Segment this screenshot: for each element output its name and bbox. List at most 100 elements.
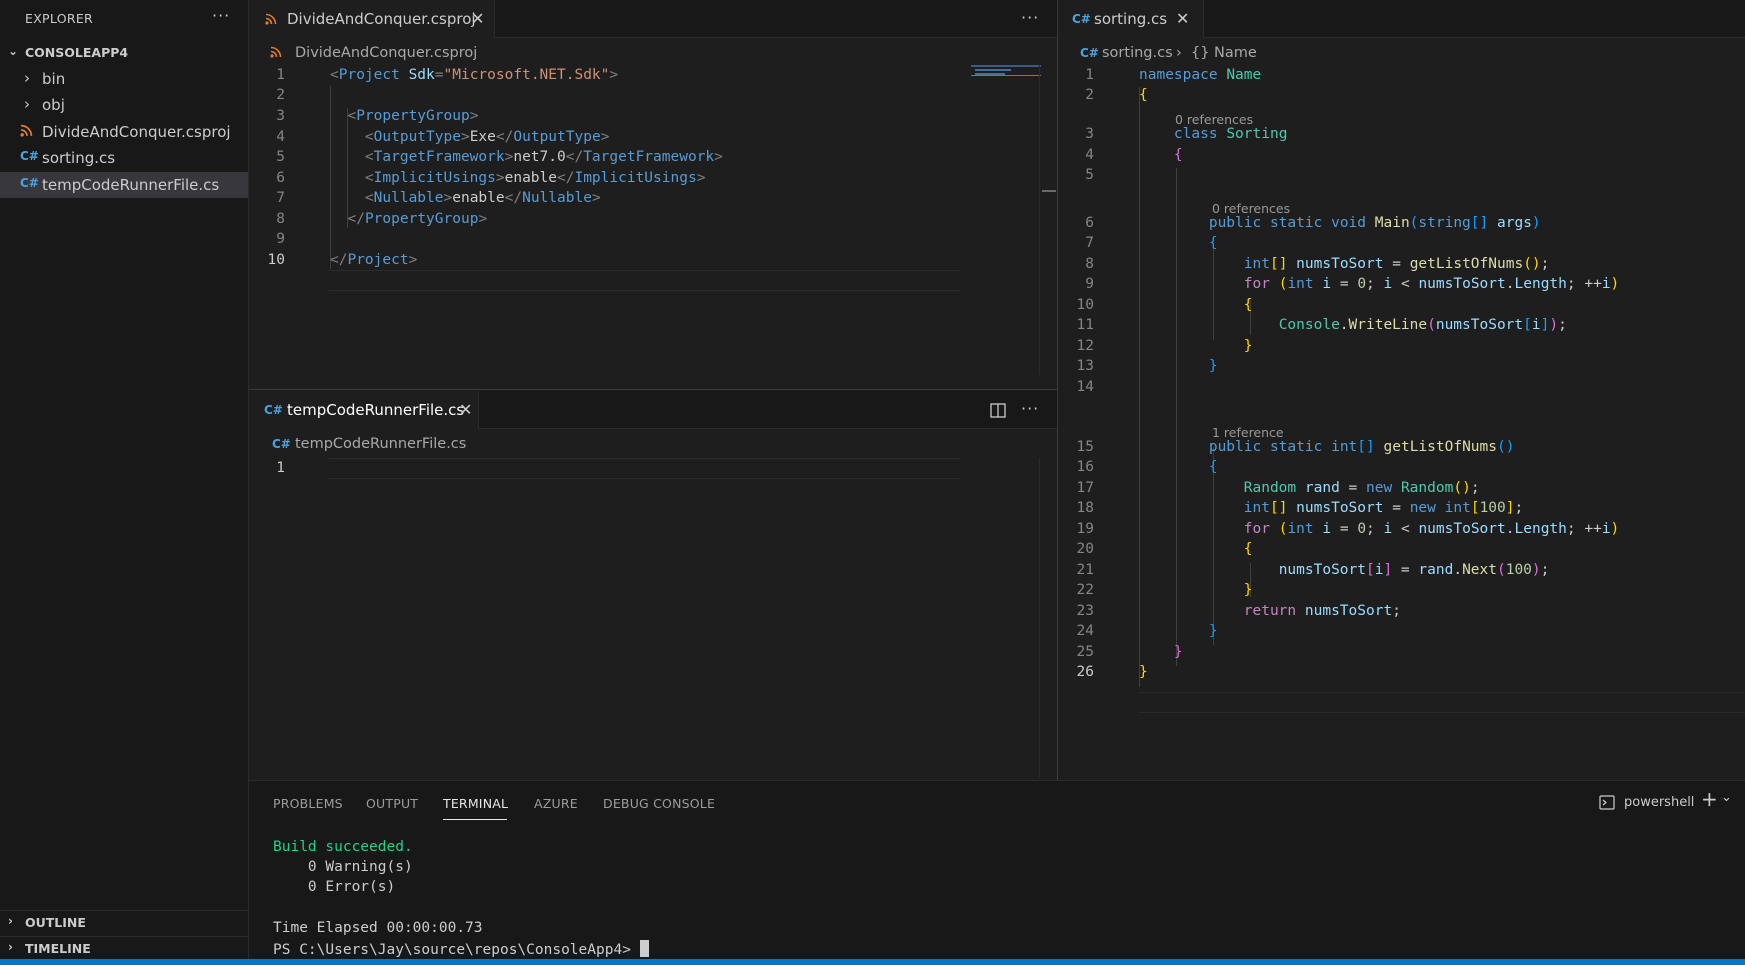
panel-tab-output[interactable]: OUTPUT bbox=[366, 796, 418, 811]
csharp-file-icon: C# bbox=[1072, 12, 1091, 26]
editor-tabbar-right: C# sorting.cs ✕ bbox=[1058, 0, 1745, 38]
line-number: 4 bbox=[276, 129, 285, 145]
code-line: <Nullable>enable</Nullable> bbox=[364, 190, 601, 206]
breadcrumb[interactable]: C# tempCodeRunnerFile.cs bbox=[272, 434, 672, 456]
active-tab-indicator bbox=[443, 819, 507, 820]
line-number: 8 bbox=[276, 211, 285, 227]
panel-tab-terminal[interactable]: TERMINAL bbox=[443, 796, 508, 811]
line-number: 17 bbox=[1076, 480, 1094, 496]
line-number: 2 bbox=[1085, 87, 1094, 103]
code-editor-tempcoderunner[interactable]: 1 bbox=[249, 458, 1040, 778]
line-number: 23 bbox=[1076, 603, 1094, 619]
editor-more-actions-icon[interactable]: ··· bbox=[1021, 399, 1039, 418]
code-line: for (int i = 0; i < numsToSort.Length; +… bbox=[1243, 276, 1620, 292]
panel-tab-debug-console[interactable]: DEBUG CONSOLE bbox=[603, 796, 715, 811]
code-line: } bbox=[1173, 644, 1183, 660]
line-number: 1 bbox=[276, 67, 285, 83]
code-line: } bbox=[1208, 623, 1218, 639]
code-line: <Project Sdk="Microsoft.NET.Sdk"> bbox=[330, 67, 619, 83]
breadcrumb-file: DivideAndConquer.csproj bbox=[295, 45, 478, 61]
code-line: Console.WriteLine(numsToSort[i]); bbox=[1278, 317, 1567, 333]
scrollbar-track[interactable] bbox=[1039, 65, 1040, 375]
timeline-section-header[interactable]: › TIMELINE bbox=[0, 936, 249, 960]
line-number: 6 bbox=[276, 170, 285, 186]
line-number: 20 bbox=[1076, 541, 1094, 557]
close-icon[interactable]: ✕ bbox=[1176, 9, 1189, 28]
editor-tabbar-left-bottom: C# tempCodeRunnerFile.cs ✕ ··· bbox=[249, 391, 1057, 429]
codelens-references[interactable]: 1 reference bbox=[1212, 425, 1284, 440]
code-line: { bbox=[1208, 459, 1218, 475]
explorer-more-actions-icon[interactable]: ··· bbox=[212, 6, 230, 25]
tab-label: tempCodeRunnerFile.cs bbox=[287, 401, 465, 419]
breadcrumb-symbol[interactable]: {} Name bbox=[1191, 45, 1257, 61]
tab-sorting-cs[interactable]: C# sorting.cs ✕ bbox=[1058, 0, 1204, 38]
scrollbar-track[interactable] bbox=[1039, 458, 1040, 778]
minimap[interactable] bbox=[971, 65, 1041, 77]
csharp-file-icon: C# bbox=[272, 437, 291, 451]
close-icon[interactable]: ✕ bbox=[471, 9, 484, 28]
chevron-right-icon: › bbox=[24, 95, 30, 113]
terminal-prompt[interactable]: PS C:\Users\Jay\source\repos\ConsoleApp4… bbox=[273, 940, 649, 958]
code-line: <ImplicitUsings>enable</ImplicitUsings> bbox=[364, 170, 706, 186]
panel-tab-azure[interactable]: AZURE bbox=[534, 796, 578, 811]
breadcrumb-file[interactable]: sorting.cs bbox=[1102, 45, 1173, 61]
current-line-highlight bbox=[329, 458, 961, 479]
terminal-line-warnings: 0 Warning(s) bbox=[273, 859, 413, 875]
chevron-down-icon[interactable]: ⌄ bbox=[1721, 790, 1732, 805]
code-line: } bbox=[1139, 664, 1148, 680]
breadcrumb[interactable]: C# sorting.cs › {} Name bbox=[1080, 43, 1480, 65]
line-number: 21 bbox=[1076, 562, 1094, 578]
line-number: 1 bbox=[276, 460, 285, 476]
split-editor-icon[interactable] bbox=[990, 403, 1006, 418]
terminal-line-build: Build succeeded. bbox=[273, 839, 413, 855]
csharp-file-icon: C# bbox=[20, 176, 39, 190]
line-number: 14 bbox=[1076, 379, 1094, 395]
indent-guide bbox=[347, 108, 348, 228]
code-line: { bbox=[1208, 235, 1218, 251]
tab-tempcoderunnerfile[interactable]: C# tempCodeRunnerFile.cs ✕ bbox=[249, 391, 479, 429]
line-number: 24 bbox=[1076, 623, 1094, 639]
outline-label: OUTLINE bbox=[25, 915, 86, 930]
project-folder-header[interactable]: ⌄ CONSOLEAPP4 bbox=[0, 41, 249, 65]
code-line: <OutputType>Exe</OutputType> bbox=[364, 129, 610, 145]
code-line: } bbox=[1208, 358, 1218, 374]
project-name: CONSOLEAPP4 bbox=[25, 45, 129, 60]
line-number: 1 bbox=[1085, 67, 1094, 83]
code-line: int[] numsToSort = getListOfNums(); bbox=[1243, 256, 1550, 272]
codelens-references[interactable]: 0 references bbox=[1175, 112, 1253, 127]
code-editor-csproj[interactable]: 1 2 3 4 5 6 7 8 9 10 <Project Sdk="Microsoft.NET.… bbox=[249, 65, 1056, 385]
tree-item-label: obj bbox=[42, 96, 65, 114]
terminal-line-elapsed: Time Elapsed 00:00:00.73 bbox=[273, 920, 483, 936]
code-line: </PropertyGroup> bbox=[347, 211, 488, 227]
editor-split-divider[interactable] bbox=[249, 389, 1057, 390]
line-number: 10 bbox=[1076, 297, 1094, 313]
codelens-references[interactable]: 0 references bbox=[1212, 201, 1290, 216]
tree-item-csproj[interactable]: DivideAndConquer.csproj bbox=[0, 119, 248, 145]
code-line: return numsToSort; bbox=[1243, 603, 1401, 619]
terminal-icon bbox=[1599, 795, 1615, 810]
code-editor-sorting[interactable]: 1 2 3 4 5 6 7 8 9 10 11 12 13 14 15 16 17 18 19 20 21 22 23 24 2… bbox=[1058, 65, 1745, 780]
tab-divideandconquer-csproj[interactable]: DivideAndConquer.csproj ✕ bbox=[249, 0, 495, 38]
explorer-title: EXPLORER bbox=[25, 11, 94, 26]
line-number: 18 bbox=[1076, 500, 1094, 516]
breadcrumb-separator: › bbox=[1176, 45, 1182, 61]
line-number: 7 bbox=[1085, 235, 1094, 251]
editor-more-actions-icon[interactable]: ··· bbox=[1021, 8, 1039, 27]
line-number: 13 bbox=[1076, 358, 1094, 374]
tree-item-label: tempCodeRunnerFile.cs bbox=[42, 176, 220, 194]
close-icon[interactable]: ✕ bbox=[459, 400, 472, 419]
tree-item-tempcoderunner[interactable]: C# tempCodeRunnerFile.cs bbox=[0, 172, 248, 198]
tree-item-obj[interactable]: › obj bbox=[0, 92, 248, 118]
tree-item-sorting[interactable]: C# sorting.cs bbox=[0, 145, 248, 171]
editor-tabbar-left-top: DivideAndConquer.csproj ✕ ··· bbox=[249, 0, 1057, 38]
outline-section-header[interactable]: › OUTLINE bbox=[0, 910, 249, 934]
line-number: 5 bbox=[1085, 167, 1094, 183]
chevron-right-icon: › bbox=[24, 69, 30, 87]
breadcrumb[interactable]: DivideAndConquer.csproj bbox=[270, 43, 770, 65]
panel-tab-problems[interactable]: PROBLEMS bbox=[273, 796, 343, 811]
tree-item-bin[interactable]: › bin bbox=[0, 66, 248, 92]
new-terminal-plus-icon[interactable]: + bbox=[1701, 787, 1718, 811]
line-number: 4 bbox=[1085, 147, 1094, 163]
current-line-highlight bbox=[1138, 692, 1745, 713]
code-line: for (int i = 0; i < numsToSort.Length; +… bbox=[1243, 521, 1620, 537]
